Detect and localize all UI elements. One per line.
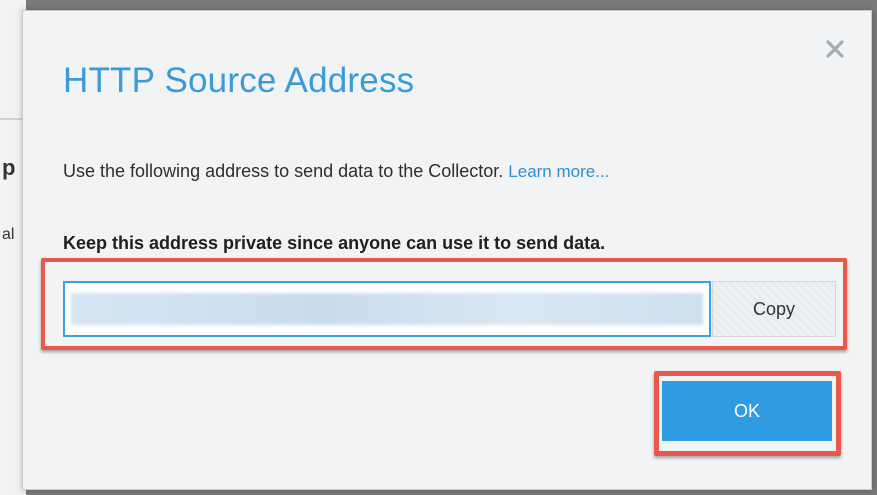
description-text: Use the following address to send data t… [63, 161, 504, 181]
address-input[interactable] [63, 281, 711, 337]
background-text-fragment: al [2, 226, 15, 243]
close-icon[interactable] [823, 37, 847, 61]
ok-button[interactable]: OK [662, 381, 832, 441]
dialog-description: Use the following address to send data t… [63, 161, 609, 182]
background-text-fragment: p [2, 155, 16, 180]
learn-more-link[interactable]: Learn more... [508, 162, 609, 181]
dialog-title: HTTP Source Address [63, 61, 415, 100]
http-source-address-dialog: HTTP Source Address Use the following ad… [22, 10, 872, 490]
privacy-warning: Keep this address private since anyone c… [63, 233, 606, 253]
copy-button[interactable]: Copy [712, 281, 836, 337]
